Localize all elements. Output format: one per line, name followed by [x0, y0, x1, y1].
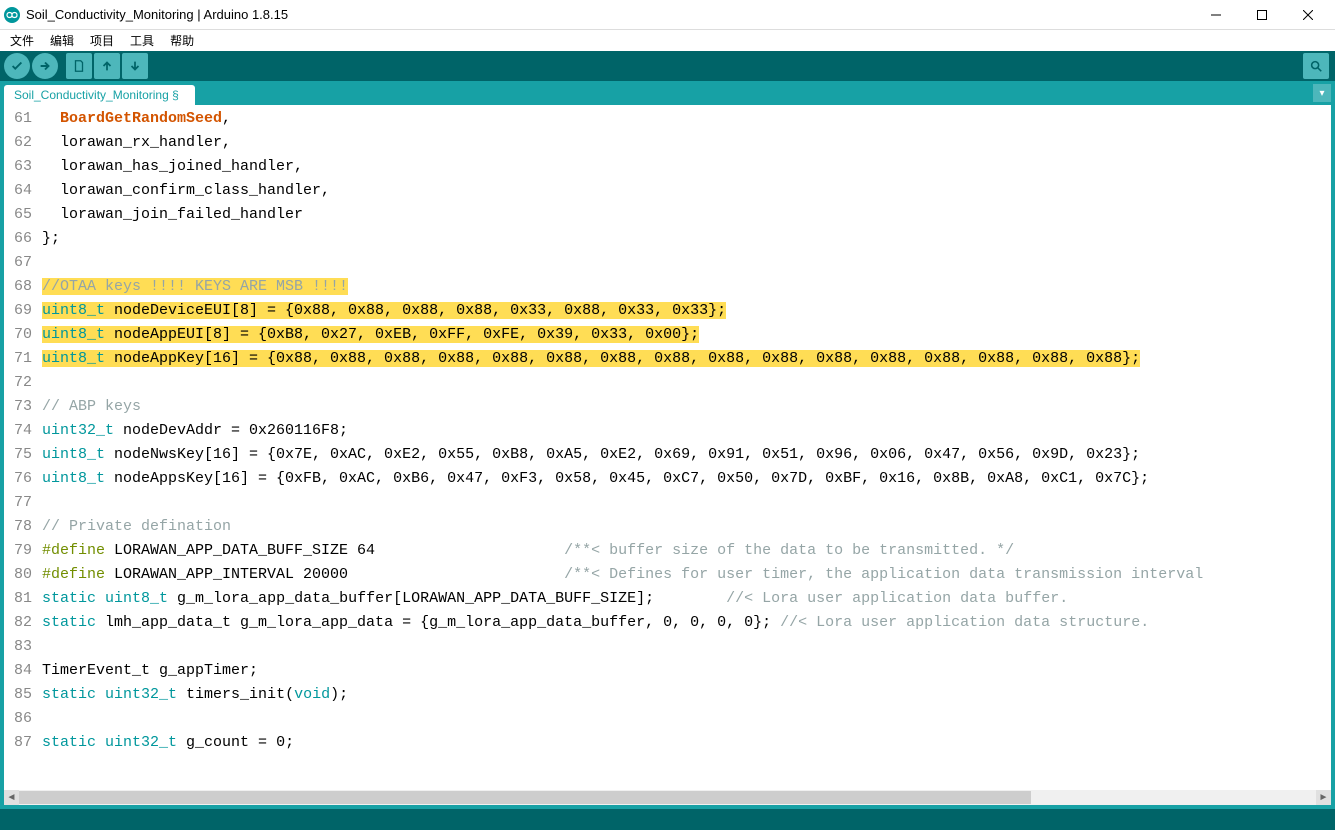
titlebar: Soil_Conductivity_Monitoring | Arduino 1…	[0, 0, 1335, 30]
line-number: 82	[8, 611, 32, 635]
serial-monitor-button[interactable]	[1303, 53, 1329, 79]
close-button[interactable]	[1285, 0, 1331, 30]
line-number: 71	[8, 347, 32, 371]
code-line[interactable]: };	[42, 227, 1203, 251]
menu-file[interactable]: 文件	[4, 30, 40, 51]
line-number: 70	[8, 323, 32, 347]
code-line[interactable]	[42, 635, 1203, 659]
line-number: 76	[8, 467, 32, 491]
line-number: 85	[8, 683, 32, 707]
sketch-tab[interactable]: Soil_Conductivity_Monitoring §	[4, 85, 195, 105]
scroll-track[interactable]	[19, 790, 1316, 805]
code-line[interactable]: static uint8_t g_m_lora_app_data_buffer[…	[42, 587, 1203, 611]
line-number: 87	[8, 731, 32, 755]
code-line[interactable]	[42, 371, 1203, 395]
line-number: 80	[8, 563, 32, 587]
tab-menu-button[interactable]: ▾	[1313, 84, 1331, 102]
horizontal-scrollbar[interactable]: ◄ ►	[0, 790, 1335, 805]
menu-sketch[interactable]: 项目	[84, 30, 120, 51]
line-number: 78	[8, 515, 32, 539]
scroll-left-button[interactable]: ◄	[4, 790, 19, 805]
line-number: 86	[8, 707, 32, 731]
code-line[interactable]: // ABP keys	[42, 395, 1203, 419]
line-number: 74	[8, 419, 32, 443]
toolbar	[0, 51, 1335, 81]
line-number: 75	[8, 443, 32, 467]
maximize-button[interactable]	[1239, 0, 1285, 30]
line-number: 77	[8, 491, 32, 515]
maximize-icon	[1257, 10, 1267, 20]
code-line[interactable]: #define LORAWAN_APP_INTERVAL 20000 /**< …	[42, 563, 1203, 587]
save-sketch-button[interactable]	[122, 53, 148, 79]
code-line[interactable]: uint8_t nodeNwsKey[16] = {0x7E, 0xAC, 0x…	[42, 443, 1203, 467]
line-number: 61	[8, 107, 32, 131]
file-icon	[72, 59, 86, 73]
arduino-logo-icon	[4, 7, 20, 23]
statusbar	[0, 805, 1335, 830]
menu-edit[interactable]: 编辑	[44, 30, 80, 51]
code-line[interactable]: static lmh_app_data_t g_m_lora_app_data …	[42, 611, 1203, 635]
code-line[interactable]: lorawan_rx_handler,	[42, 131, 1203, 155]
verify-button[interactable]	[4, 53, 30, 79]
tab-label: Soil_Conductivity_Monitoring §	[14, 88, 179, 102]
line-number: 64	[8, 179, 32, 203]
window-title: Soil_Conductivity_Monitoring | Arduino 1…	[26, 7, 1193, 22]
editor-area[interactable]: 6162636465666768697071727374757677787980…	[0, 105, 1335, 790]
arrow-up-icon	[100, 59, 114, 73]
line-number: 72	[8, 371, 32, 395]
code-line[interactable]: lorawan_confirm_class_handler,	[42, 179, 1203, 203]
code-line[interactable]: static uint32_t g_count = 0;	[42, 731, 1203, 755]
code-line[interactable]: static uint32_t timers_init(void);	[42, 683, 1203, 707]
close-icon	[1303, 10, 1313, 20]
line-number-gutter: 6162636465666768697071727374757677787980…	[4, 105, 38, 757]
magnifier-icon	[1309, 59, 1323, 73]
menubar: 文件 编辑 项目 工具 帮助	[0, 30, 1335, 51]
code-line[interactable]: uint8_t nodeAppKey[16] = {0x88, 0x88, 0x…	[42, 347, 1203, 371]
tab-strip: Soil_Conductivity_Monitoring § ▾	[0, 81, 1335, 105]
infinity-icon	[4, 7, 20, 23]
line-number: 62	[8, 131, 32, 155]
code-line[interactable]: TimerEvent_t g_appTimer;	[42, 659, 1203, 683]
open-sketch-button[interactable]	[94, 53, 120, 79]
line-number: 69	[8, 299, 32, 323]
line-number: 84	[8, 659, 32, 683]
line-number: 81	[8, 587, 32, 611]
scroll-thumb[interactable]	[19, 791, 1031, 804]
code-line[interactable]: #define LORAWAN_APP_DATA_BUFF_SIZE 64 /*…	[42, 539, 1203, 563]
code-line[interactable]	[42, 251, 1203, 275]
line-number: 66	[8, 227, 32, 251]
menu-tools[interactable]: 工具	[124, 30, 160, 51]
code-line[interactable]: BoardGetRandomSeed,	[42, 107, 1203, 131]
chevron-down-icon: ▾	[1319, 88, 1324, 99]
upload-button[interactable]	[32, 53, 58, 79]
code-line[interactable]: lorawan_has_joined_handler,	[42, 155, 1203, 179]
code-line[interactable]: uint32_t nodeDevAddr = 0x260116F8;	[42, 419, 1203, 443]
code-line[interactable]: uint8_t nodeDeviceEUI[8] = {0x88, 0x88, …	[42, 299, 1203, 323]
line-number: 83	[8, 635, 32, 659]
line-number: 65	[8, 203, 32, 227]
minimize-button[interactable]	[1193, 0, 1239, 30]
scroll-right-button[interactable]: ►	[1316, 790, 1331, 805]
code-line[interactable]: //OTAA keys !!!! KEYS ARE MSB !!!!	[42, 275, 1203, 299]
line-number: 73	[8, 395, 32, 419]
line-number: 63	[8, 155, 32, 179]
arrow-right-icon	[38, 59, 52, 73]
menu-help[interactable]: 帮助	[164, 30, 200, 51]
code-line[interactable]: uint8_t nodeAppEUI[8] = {0xB8, 0x27, 0xE…	[42, 323, 1203, 347]
check-icon	[10, 59, 24, 73]
code-line[interactable]	[42, 491, 1203, 515]
code-line[interactable]	[42, 707, 1203, 731]
code-content[interactable]: BoardGetRandomSeed, lorawan_rx_handler, …	[38, 105, 1203, 757]
line-number: 79	[8, 539, 32, 563]
code-line[interactable]: lorawan_join_failed_handler	[42, 203, 1203, 227]
new-sketch-button[interactable]	[66, 53, 92, 79]
line-number: 68	[8, 275, 32, 299]
arrow-down-icon	[128, 59, 142, 73]
line-number: 67	[8, 251, 32, 275]
minimize-icon	[1211, 10, 1221, 20]
code-line[interactable]: uint8_t nodeAppsKey[16] = {0xFB, 0xAC, 0…	[42, 467, 1203, 491]
code-line[interactable]: // Private defination	[42, 515, 1203, 539]
